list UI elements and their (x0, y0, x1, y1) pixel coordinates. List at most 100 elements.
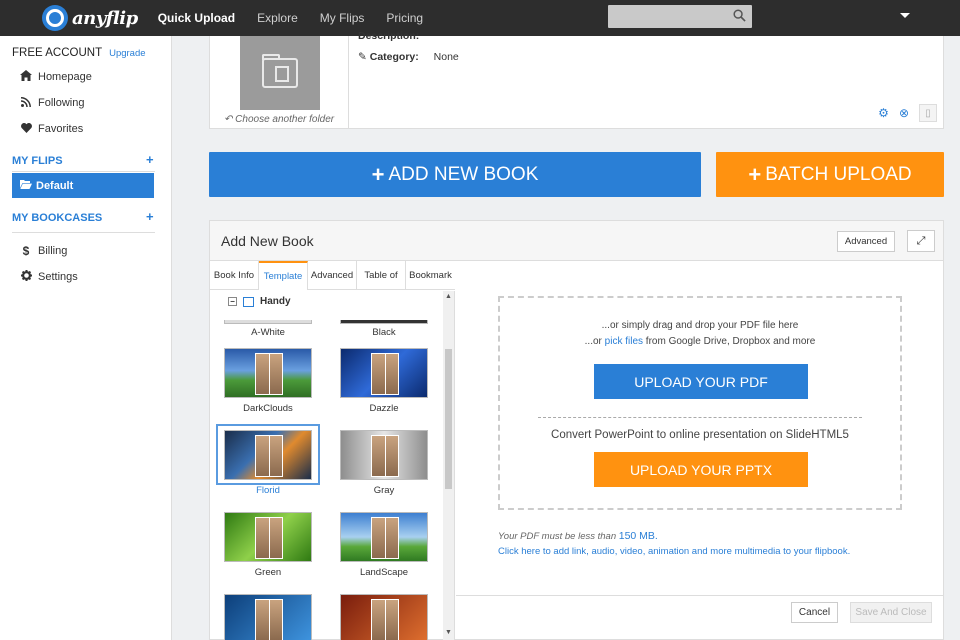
sidebar-item-billing[interactable]: $ Billing (20, 244, 68, 258)
expand-icon[interactable]: ⤢ (907, 230, 935, 252)
pick-suffix: from Google Drive, Dropbox and more (643, 336, 816, 347)
multimedia-link[interactable]: Click here to add link, audio, video, an… (498, 546, 850, 557)
template-thumbnail (224, 430, 312, 480)
tab-template[interactable]: Template (259, 261, 308, 290)
template-green[interactable]: Green (216, 512, 320, 578)
add-flip-folder-icon[interactable]: + (146, 152, 154, 167)
folder-info-panel: ↶ Choose another folder Description: ✎ C… (209, 30, 944, 129)
top-navbar: anyflip Quick Upload Explore My Flips Pr… (0, 0, 960, 36)
dollar-icon: $ (22, 244, 30, 258)
plus-icon: + (371, 161, 385, 187)
gear-icon[interactable]: ⚙ (878, 106, 889, 120)
gear-icon (20, 270, 32, 284)
template-black[interactable]: Black (332, 320, 436, 338)
batch-upload-button[interactable]: + BATCH UPLOAD (716, 152, 944, 197)
divider (348, 36, 349, 129)
convert-ppt-text: Convert PowerPoint to online presentatio… (551, 429, 849, 441)
add-bookcase-icon[interactable]: + (146, 209, 154, 224)
upgrade-link[interactable]: Upgrade (109, 48, 145, 59)
template-item[interactable] (216, 594, 320, 640)
cancel-button[interactable]: Cancel (791, 602, 838, 623)
trash-icon[interactable]: ▯ (919, 104, 937, 122)
scroll-up-icon[interactable]: ▲ (443, 293, 454, 300)
account-header: FREE ACCOUNT Upgrade (12, 47, 146, 59)
scrollbar-thumb[interactable] (445, 349, 452, 489)
main-nav: Quick Upload Explore My Flips Pricing (158, 11, 445, 25)
divider (12, 232, 155, 233)
upload-pdf-button[interactable]: UPLOAD YOUR PDF (594, 364, 808, 399)
pick-files-hint: ...or pick files from Google Drive, Drop… (500, 336, 900, 347)
template-group-handy[interactable]: − Handy (228, 296, 291, 307)
sidebar-item-default[interactable]: Default (12, 173, 154, 198)
nav-pricing[interactable]: Pricing (386, 11, 423, 25)
upload-pptx-button[interactable]: UPLOAD YOUR PPTX (594, 452, 808, 487)
choose-folder-link[interactable]: ↶ Choose another folder (224, 114, 334, 125)
save-and-close-button[interactable]: Save And Close (850, 602, 932, 623)
folder-tools: ⚙ ⊗ ▯ (878, 104, 937, 122)
pick-files-link[interactable]: pick files (605, 336, 643, 347)
folder-thumbnail[interactable] (240, 36, 320, 110)
plus-icon: + (748, 161, 762, 187)
advanced-button[interactable]: Advanced (837, 231, 895, 252)
tab-bookmark[interactable]: Bookmark (406, 261, 455, 290)
add-new-book-panel: Add New Book Advanced ⤢ Book Info Templa… (209, 220, 944, 640)
template-thumbnail (340, 348, 428, 398)
template-thumbnail (224, 512, 312, 562)
template-landscape[interactable]: LandScape (332, 512, 436, 578)
sidebar: FREE ACCOUNT Upgrade Homepage Following … (0, 36, 172, 640)
template-darkclouds[interactable]: DarkClouds (216, 348, 320, 414)
template-item[interactable] (332, 594, 436, 640)
home-icon (20, 70, 32, 84)
size-limit: 150 MB. (618, 530, 658, 542)
template-thumbnail (340, 430, 428, 480)
divider (538, 417, 862, 418)
drag-drop-hint: ...or simply drag and drop your PDF file… (601, 320, 799, 331)
template-thumbnail (224, 348, 312, 398)
tab-table-of-contents[interactable]: Table of (357, 261, 406, 290)
logo[interactable]: anyflip (42, 5, 138, 31)
sidebar-item-settings[interactable]: Settings (20, 270, 78, 284)
choose-folder-label: Choose another folder (235, 114, 335, 125)
nav-my-flips[interactable]: My Flips (320, 11, 365, 25)
template-a-white[interactable]: A-White (216, 320, 320, 338)
divider (456, 595, 943, 596)
rss-icon (20, 96, 32, 110)
template-gray[interactable]: Gray (332, 430, 436, 496)
close-circle-icon[interactable]: ⊗ (899, 106, 909, 120)
my-bookcases-heading[interactable]: MY BOOKCASES (12, 212, 102, 224)
template-thumbnail (340, 512, 428, 562)
collapse-icon[interactable]: − (228, 297, 237, 306)
template-dazzle[interactable]: Dazzle (332, 348, 436, 414)
template-name: Gray (373, 485, 395, 496)
pick-prefix: ...or (584, 336, 605, 347)
tab-advanced[interactable]: Advanced (308, 261, 357, 290)
sidebar-item-label: Billing (38, 245, 68, 257)
sidebar-item-following[interactable]: Following (20, 96, 84, 110)
template-name: A-White (251, 327, 285, 338)
scroll-down-icon[interactable]: ▼ (443, 629, 454, 636)
nav-quick-upload[interactable]: Quick Upload (158, 11, 235, 25)
panel-header: Add New Book Advanced ⤢ (210, 221, 943, 261)
sidebar-item-label: Default (36, 179, 74, 192)
template-name: DarkClouds (243, 403, 293, 414)
tab-book-info[interactable]: Book Info (210, 261, 259, 290)
size-note-text: Your PDF must be less than (498, 531, 619, 542)
template-florid[interactable]: Florid (216, 430, 320, 496)
nav-explore[interactable]: Explore (257, 11, 298, 25)
search-input[interactable] (608, 5, 752, 28)
template-name: Florid (256, 485, 280, 496)
my-flips-heading[interactable]: MY FLIPS (12, 155, 63, 167)
heart-icon (20, 122, 32, 136)
account-dropdown-caret-icon[interactable] (900, 13, 910, 18)
pdf-drop-zone[interactable]: ...or simply drag and drop your PDF file… (498, 296, 902, 510)
sidebar-item-label: Favorites (38, 123, 84, 135)
template-name: Dazzle (369, 403, 399, 414)
template-thumbnail (224, 320, 312, 324)
sidebar-item-favorites[interactable]: Favorites (20, 122, 83, 136)
search-icon[interactable] (733, 9, 746, 22)
add-new-book-button[interactable]: + ADD NEW BOOK (209, 152, 701, 197)
template-thumbnail (340, 594, 428, 640)
add-new-book-label: ADD NEW BOOK (388, 163, 539, 185)
sidebar-item-homepage[interactable]: Homepage (20, 70, 92, 84)
pdf-size-note: Your PDF must be less than 150 MB. (498, 530, 658, 542)
